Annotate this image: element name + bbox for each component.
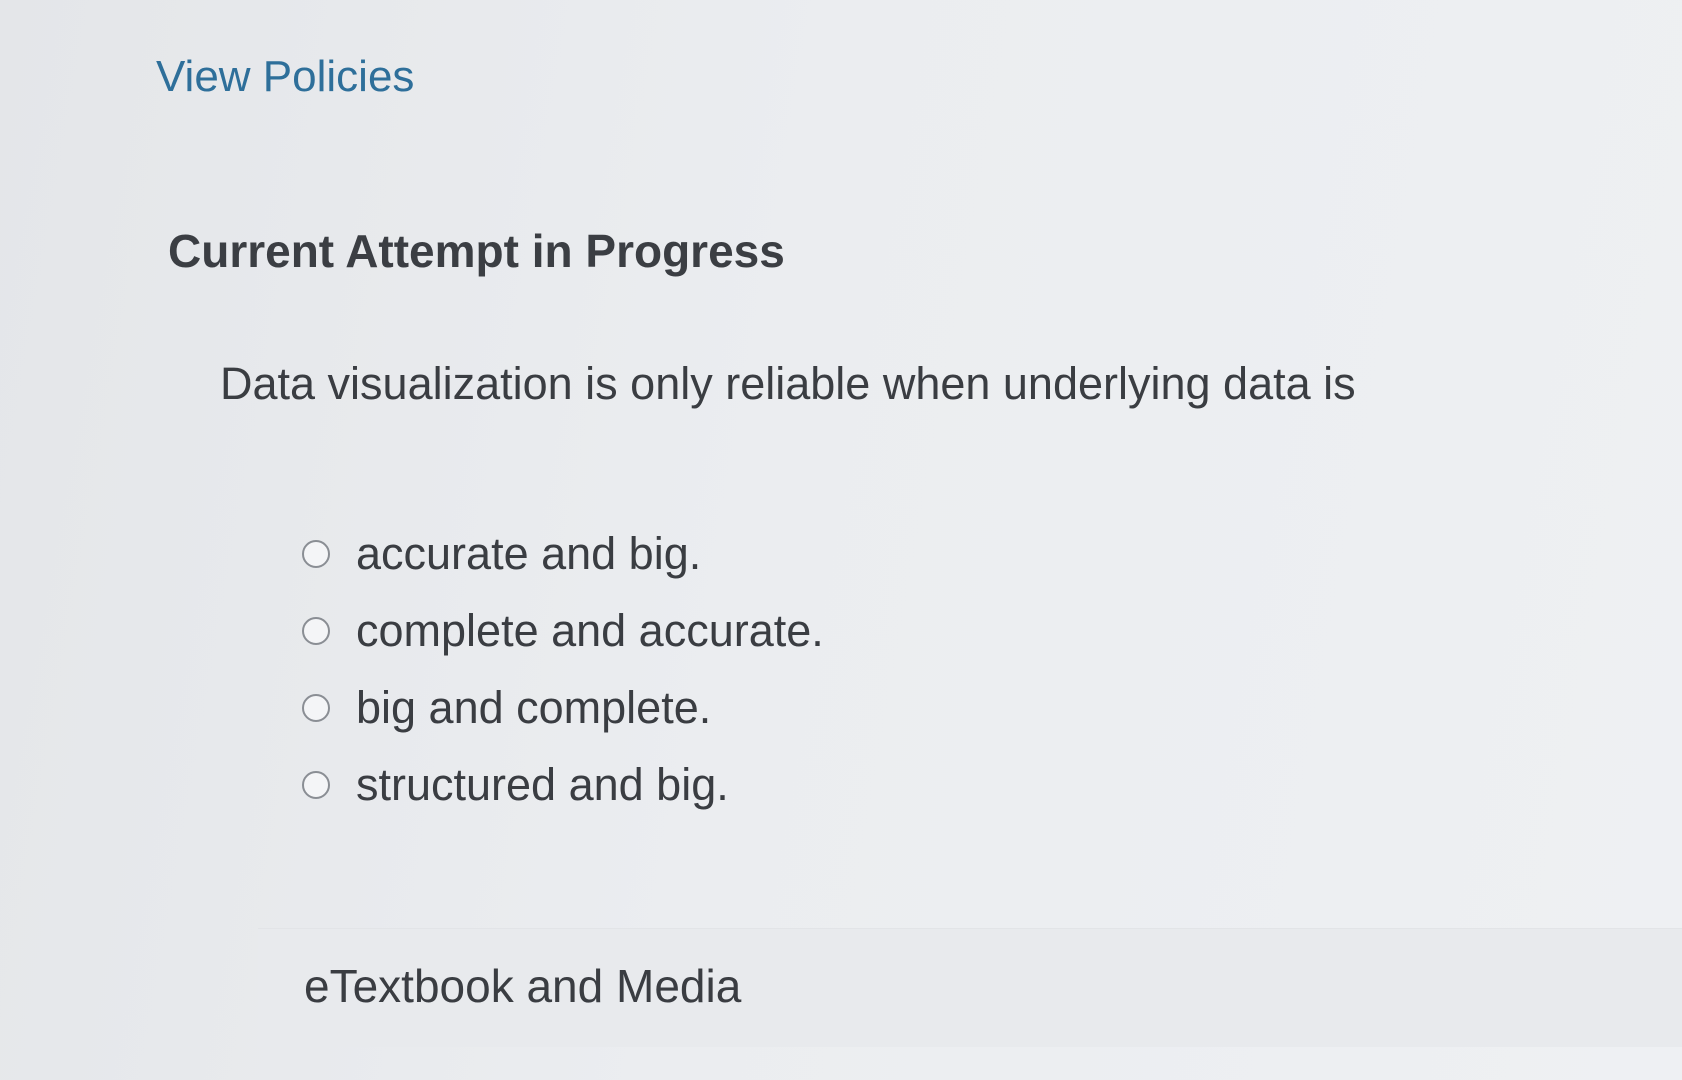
view-policies-link[interactable]: View Policies bbox=[156, 52, 414, 102]
answer-option-4[interactable]: structured and big. bbox=[302, 746, 824, 823]
radio-button[interactable] bbox=[302, 539, 330, 568]
answer-option-3[interactable]: big and complete. bbox=[302, 669, 824, 746]
answer-options: accurate and big. complete and accurate.… bbox=[302, 515, 824, 823]
answer-option-1[interactable]: accurate and big. bbox=[302, 515, 824, 592]
answer-option-label: structured and big. bbox=[356, 758, 729, 810]
attempt-heading: Current Attempt in Progress bbox=[168, 225, 785, 277]
answer-option-label: big and complete. bbox=[356, 681, 712, 733]
answer-option-label: complete and accurate. bbox=[356, 604, 824, 656]
resources-panel: eTextbook and Media bbox=[258, 928, 1682, 1047]
answer-option-2[interactable]: complete and accurate. bbox=[302, 592, 824, 669]
answer-option-label: accurate and big. bbox=[356, 527, 702, 579]
radio-button[interactable] bbox=[302, 616, 330, 645]
etextbook-media-link[interactable]: eTextbook and Media bbox=[304, 959, 741, 1013]
radio-button[interactable] bbox=[302, 770, 330, 799]
radio-button[interactable] bbox=[302, 693, 330, 722]
question-text: Data visualization is only reliable when… bbox=[220, 358, 1356, 409]
